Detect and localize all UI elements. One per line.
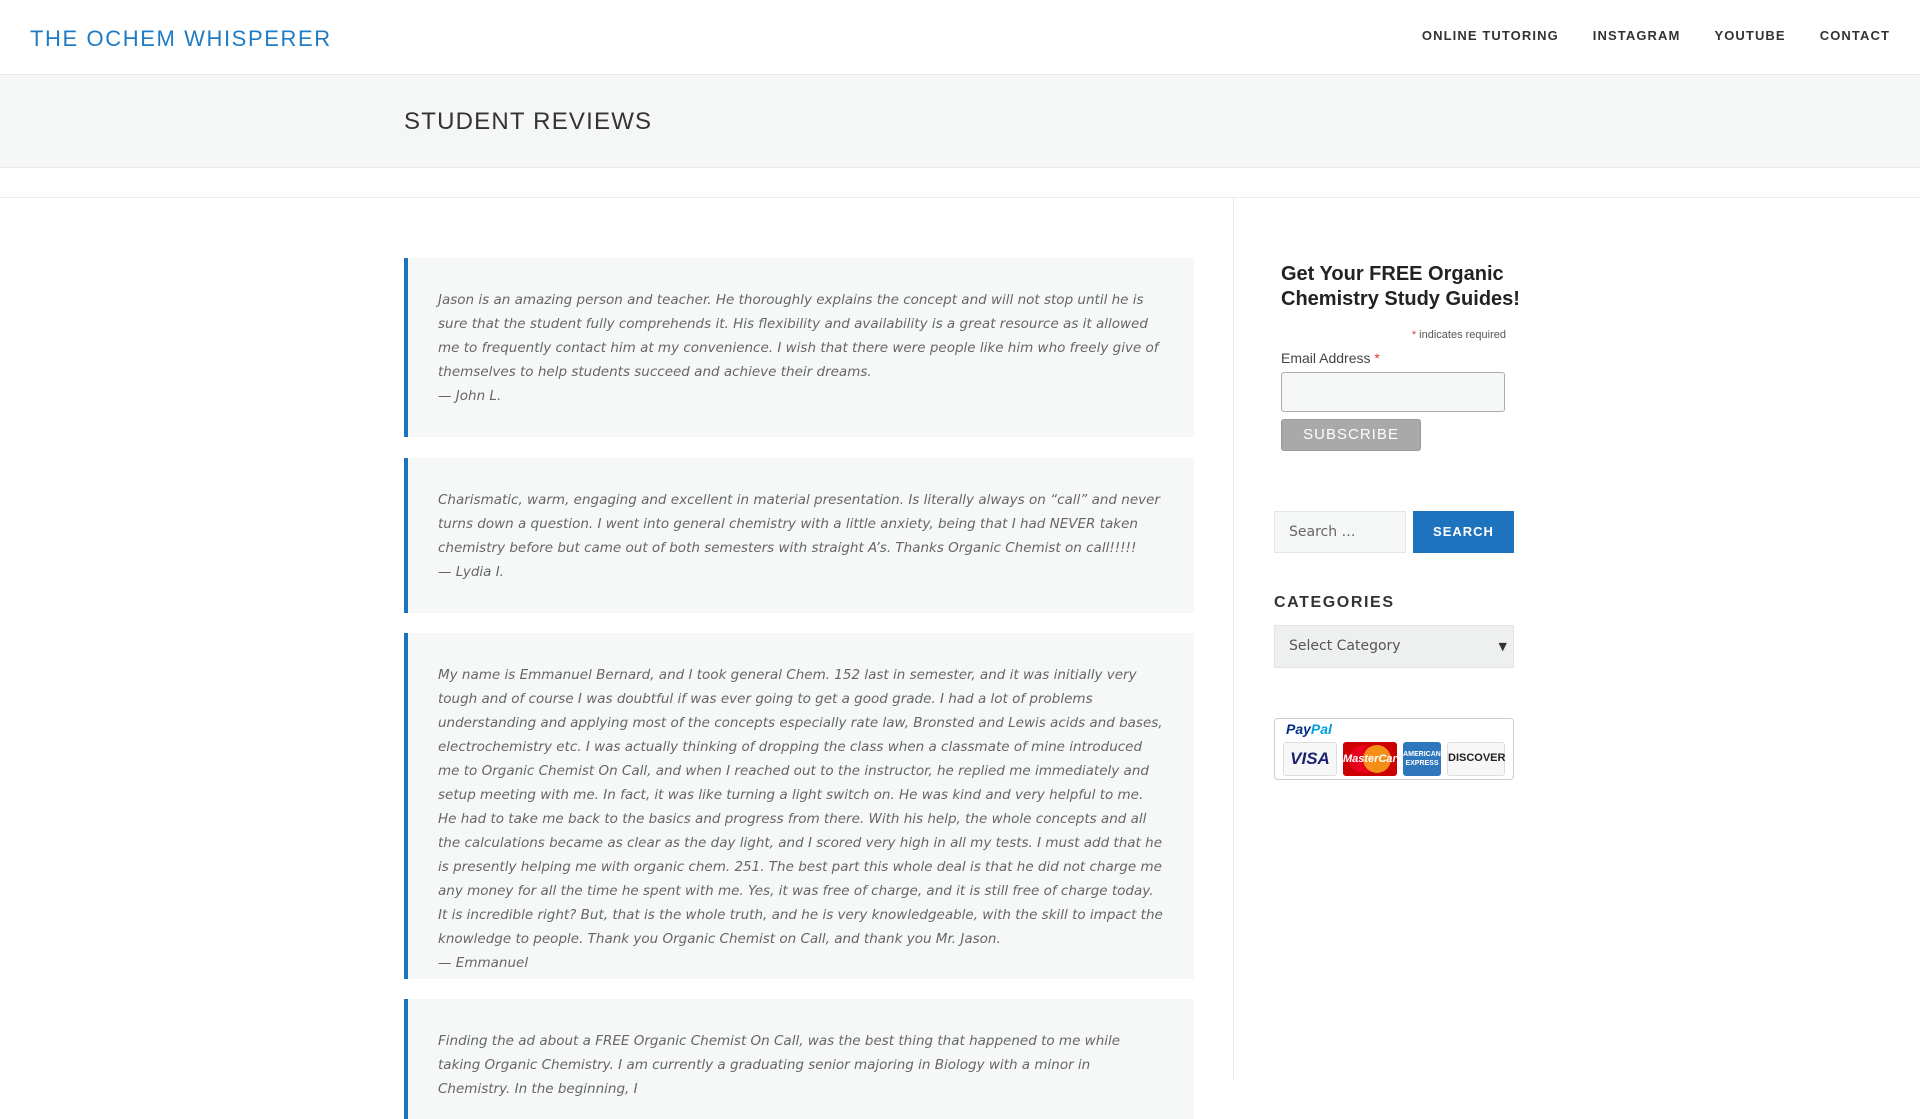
chevron-down-icon: ▼ <box>1498 640 1507 653</box>
review-author: — Lydia I. <box>438 564 504 580</box>
page-header-band: STUDENT REVIEWS <box>0 75 1920 168</box>
indicates-required-note: * indicates required <box>1281 329 1506 341</box>
paypal-accepted-cards[interactable]: PayPal VISA MasterCard AMERICAN EXPRESS … <box>1274 718 1514 780</box>
mastercard-icon: MasterCard <box>1343 742 1397 776</box>
required-asterisk: * <box>1374 350 1380 366</box>
page-title: STUDENT REVIEWS <box>404 108 653 135</box>
category-select[interactable]: Select Category ▼ <box>1274 625 1514 668</box>
review-text: Charismatic, warm, engaging and excellen… <box>438 492 1160 556</box>
review-quote: Charismatic, warm, engaging and excellen… <box>404 458 1194 613</box>
email-field[interactable] <box>1281 372 1505 412</box>
review-quote: Jason is an amazing person and teacher. … <box>404 258 1194 437</box>
paypal-logo-pay: Pay <box>1286 721 1311 737</box>
search-input[interactable]: Search … <box>1274 511 1406 553</box>
site-header: THE OCHEM WHISPERER ONLINE TUTORING INST… <box>0 0 1920 75</box>
paypal-logo: PayPal <box>1286 721 1332 737</box>
review-quote: My name is Emmanuel Bernard, and I took … <box>404 633 1194 979</box>
email-label-text: Email Address <box>1281 350 1371 366</box>
nav-instagram[interactable]: INSTAGRAM <box>1593 28 1681 43</box>
review-quote: Finding the ad about a FREE Organic Chem… <box>404 999 1194 1119</box>
review-text: My name is Emmanuel Bernard, and I took … <box>438 667 1163 947</box>
review-text: Jason is an amazing person and teacher. … <box>438 292 1159 380</box>
amex-card-icon: AMERICAN EXPRESS <box>1403 742 1441 776</box>
discover-card-icon: DISCOVER <box>1447 742 1505 776</box>
required-asterisk: * <box>1411 329 1417 341</box>
search-button[interactable]: Search <box>1413 511 1514 553</box>
indicates-required-text: indicates required <box>1419 329 1506 341</box>
nav-contact[interactable]: CONTACT <box>1820 28 1890 43</box>
nav-youtube[interactable]: YOUTUBE <box>1714 28 1785 43</box>
content-divider <box>0 197 1920 198</box>
mailchimp-title: Get Your FREE Organic Chemistry Study Gu… <box>1281 263 1520 310</box>
review-text: Finding the ad about a FREE Organic Chem… <box>438 1033 1121 1097</box>
categories-title: CATEGORIES <box>1274 594 1395 611</box>
review-author: — Emmanuel <box>438 955 529 971</box>
main-nav: ONLINE TUTORING INSTAGRAM YOUTUBE CONTAC… <box>1388 28 1890 43</box>
mastercard-label: MasterCard <box>1343 753 1397 765</box>
visa-card-icon: VISA <box>1283 742 1337 776</box>
review-author: — John L. <box>438 388 502 404</box>
category-select-value: Select Category <box>1289 638 1401 654</box>
subscribe-button[interactable]: Subscribe <box>1281 419 1421 451</box>
site-title-link[interactable]: THE OCHEM WHISPERER <box>30 26 332 52</box>
sidebar-divider <box>1233 198 1234 1080</box>
nav-online-tutoring[interactable]: ONLINE TUTORING <box>1422 28 1559 43</box>
email-label: Email Address * <box>1281 350 1380 366</box>
paypal-logo-pal: Pal <box>1310 721 1332 737</box>
